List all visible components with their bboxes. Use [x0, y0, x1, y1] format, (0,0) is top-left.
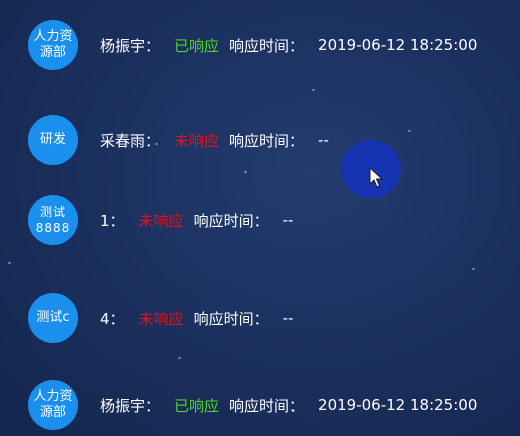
- response-row: 人力资源部 杨振宇： 已响应 响应时间： 2019-06-12 18:25:00: [28, 20, 477, 70]
- response-time-value: --: [318, 131, 329, 149]
- response-time-label: 响应时间：: [193, 211, 269, 230]
- response-time-label: 响应时间：: [229, 396, 305, 415]
- response-row: 测试8888 1： 未响应 响应时间： --: [28, 195, 293, 245]
- person-name: 1：: [100, 211, 125, 230]
- person-name: 采春雨：: [100, 131, 161, 150]
- department-badge[interactable]: 人力资源部: [28, 20, 78, 70]
- response-row: 人力资源部 杨振宇： 已响应 响应时间： 2019-06-12 18:25:00: [28, 380, 477, 430]
- person-name: 4：: [100, 309, 125, 328]
- response-info: 1： 未响应 响应时间： --: [100, 210, 293, 231]
- person-name: 杨振宇：: [100, 396, 161, 415]
- response-row: 研发 采春雨： 未响应 响应时间： --: [28, 115, 329, 165]
- department-badge[interactable]: 研发: [28, 115, 78, 165]
- department-badge[interactable]: 测试8888: [28, 195, 78, 245]
- status-label: 未响应: [174, 131, 220, 150]
- status-label: 未响应: [138, 309, 184, 328]
- response-time-value: --: [282, 309, 294, 327]
- response-time-label: 响应时间：: [229, 36, 305, 55]
- background-star: [8, 262, 11, 264]
- background-star: [178, 357, 181, 359]
- status-label: 已响应: [174, 36, 220, 55]
- status-label: 已响应: [174, 396, 220, 415]
- person-name: 杨振宇：: [100, 36, 161, 55]
- response-time-value: 2019-06-12 18:25:00: [318, 396, 478, 414]
- department-badge[interactable]: 测试c: [28, 293, 78, 343]
- background-star: [472, 268, 475, 270]
- background-star: [408, 130, 411, 132]
- department-badge[interactable]: 人力资源部: [28, 380, 78, 430]
- response-info: 采春雨： 未响应 响应时间： --: [100, 130, 329, 151]
- response-row: 测试c 4： 未响应 响应时间： --: [28, 293, 293, 343]
- response-info: 杨振宇： 已响应 响应时间： 2019-06-12 18:25:00: [100, 35, 477, 56]
- response-time-value: --: [282, 211, 294, 229]
- response-time-label: 响应时间：: [229, 131, 305, 150]
- response-time-value: 2019-06-12 18:25:00: [318, 36, 478, 54]
- background-star: [244, 171, 247, 173]
- response-info: 杨振宇： 已响应 响应时间： 2019-06-12 18:25:00: [100, 395, 477, 416]
- response-info: 4： 未响应 响应时间： --: [100, 308, 293, 329]
- background-star: [312, 89, 315, 91]
- mouse-pointer-icon: [369, 167, 384, 188]
- status-label: 未响应: [138, 211, 184, 230]
- response-time-label: 响应时间：: [193, 309, 269, 328]
